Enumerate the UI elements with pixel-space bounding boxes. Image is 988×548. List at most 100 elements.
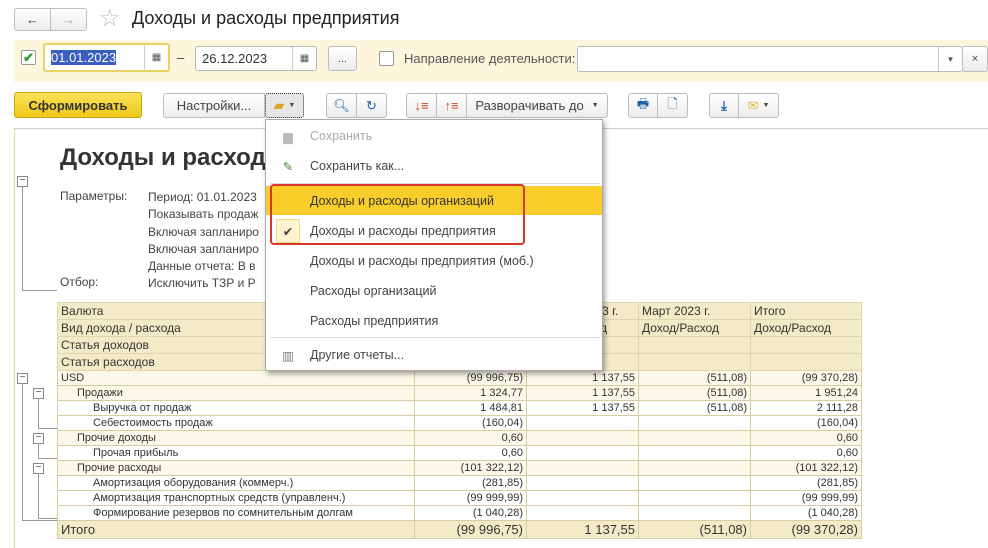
printer-icon: 🖶	[636, 95, 650, 111]
cell-value: Март 2023 г.	[638, 302, 751, 320]
sort-desc-button[interactable]: ↓≡	[406, 93, 437, 118]
cell-value: 0,60	[414, 445, 527, 461]
sort-down-icon: ↓≡	[414, 98, 429, 113]
report-variants-button[interactable]: ▰ ▼	[265, 93, 304, 118]
row-label: USD	[57, 370, 415, 386]
cell-value	[526, 505, 639, 521]
settings-button[interactable]: Настройки...	[163, 93, 265, 118]
table-row: Продажи 1 324,77 1 137,55 (511,08) 1 951,24	[57, 385, 862, 401]
date-from-field[interactable]: 01.01.2023 ▦	[43, 43, 170, 72]
tree-line	[38, 473, 39, 518]
row-label: Прочая прибыль	[57, 445, 415, 461]
cell-value	[638, 415, 751, 431]
tree-line	[22, 187, 23, 290]
tree-line	[38, 458, 57, 459]
row-label: Прочие доходы	[57, 430, 415, 446]
cell-value	[638, 430, 751, 446]
cell-value: (511,08)	[638, 400, 751, 416]
param-line: Период: 01.01.2023	[148, 190, 257, 204]
table-row: Прочие расходы (101 322,12) (101 322,12)	[57, 460, 862, 476]
generate-button[interactable]: Сформировать	[14, 92, 142, 118]
cell-value	[638, 475, 751, 491]
print-button[interactable]: 🖶	[628, 93, 658, 118]
back-button[interactable]: ←	[14, 8, 51, 31]
download-icon: ⤓	[721, 97, 727, 113]
star-icon[interactable]: ☆	[99, 4, 121, 33]
cell-value: (1 040,28)	[414, 505, 527, 521]
direction-checkbox[interactable]	[379, 51, 394, 66]
menu-item-variant[interactable]: Расходы организаций	[266, 276, 602, 306]
tree-line	[22, 520, 57, 521]
row-label: Продажи	[57, 385, 415, 401]
page-title: Доходы и расходы предприятия	[132, 8, 400, 28]
menu-item-variant[interactable]: Расходы предприятия	[266, 306, 602, 336]
cell-value: (511,08)	[638, 385, 751, 401]
row-label: Прочие расходы	[57, 460, 415, 476]
floppy-icon: ▆	[283, 129, 293, 144]
cell-value: (511,08)	[638, 520, 751, 539]
cell-value: Доход/Расход	[750, 319, 862, 337]
period-checkbox[interactable]: ✔	[21, 50, 36, 65]
cell-value	[750, 353, 862, 371]
period-select-button[interactable]: ...	[328, 46, 357, 71]
cell-value: 1 137,55	[526, 400, 639, 416]
collapse-icon[interactable]: −	[17, 176, 28, 187]
filter-label: Отбор:	[60, 275, 99, 289]
download-button[interactable]: ⤓	[709, 93, 739, 118]
param-line: Включая запланиро	[148, 224, 259, 239]
clear-icon[interactable]: ×	[962, 46, 988, 72]
date-to-field[interactable]: 26.12.2023 ▦	[195, 46, 317, 71]
menu-item-other-reports[interactable]: ▥ Другие отчеты...	[266, 340, 602, 370]
cell-value: (99 999,99)	[750, 490, 862, 506]
menu-item-save-as[interactable]: ✎ Сохранить как...	[266, 151, 602, 181]
params-label: Параметры:	[60, 189, 128, 203]
cell-value	[526, 475, 639, 491]
cell-value	[526, 445, 639, 461]
cell-value: Итого	[750, 302, 862, 320]
direction-field[interactable]: ▼	[577, 46, 963, 72]
arrow-left-icon: ←	[26, 12, 39, 27]
cell-value: 1 484,81	[414, 400, 527, 416]
cell-value: (99 996,75)	[414, 520, 527, 539]
cell-value	[526, 430, 639, 446]
menu-item-label: Другие отчеты...	[310, 348, 405, 362]
cell-value: (160,04)	[750, 415, 862, 431]
menu-item-save[interactable]: ▆ Сохранить	[266, 121, 602, 151]
report-border	[14, 128, 15, 548]
date-from-value: 01.01.2023	[51, 50, 117, 65]
cell-value	[526, 415, 639, 431]
calendar-icon[interactable]: ▦	[292, 47, 316, 70]
table-row: USD (99 996,75) 1 137,55 (511,08) (99 370,28…	[57, 370, 862, 386]
menu-item-label: Расходы предприятия	[310, 314, 439, 328]
cell-value: (1 040,28)	[750, 505, 862, 521]
calendar-icon[interactable]: ▦	[144, 45, 168, 70]
menu-item-label: Расходы организаций	[310, 284, 437, 298]
cell-value	[638, 490, 751, 506]
menu-item-variant[interactable]: Доходы и расходы предприятия (моб.)	[266, 246, 602, 276]
search-button[interactable]: 🔍︎	[326, 93, 357, 118]
cell-value	[638, 336, 751, 354]
preview-button[interactable]: 🗋	[657, 93, 688, 118]
cell-value: 0,60	[414, 430, 527, 446]
cell-value: (511,08)	[638, 370, 751, 386]
dropdown-icon[interactable]: ▼	[938, 47, 962, 71]
sort-asc-button[interactable]: ↑≡	[436, 93, 467, 118]
report-variants-menu: ▆ Сохранить ✎ Сохранить как... Доходы и ра…	[265, 119, 603, 371]
tree-line	[22, 290, 57, 291]
expand-to-button[interactable]: Разворачивать до ▼	[466, 93, 608, 118]
chevron-down-icon: ▼	[591, 102, 599, 109]
arrow-right-icon: →	[62, 12, 75, 27]
envelope-icon: ✉	[747, 97, 759, 113]
tree-line	[38, 443, 39, 458]
search-next-button[interactable]: ↻	[356, 93, 387, 118]
param-line: Показывать продаж	[148, 207, 259, 222]
forward-button[interactable]: →	[50, 8, 87, 31]
table-row: Амортизация оборудования (коммерч.) (281,…	[57, 475, 862, 491]
date-to-value: 26.12.2023	[202, 51, 268, 66]
cell-value	[638, 445, 751, 461]
tree-line	[22, 383, 23, 520]
cell-value	[750, 336, 862, 354]
cell-value: Доход/Расход	[638, 319, 751, 337]
row-label: Итого	[57, 520, 415, 539]
email-button[interactable]: ✉ ▼	[738, 93, 779, 118]
